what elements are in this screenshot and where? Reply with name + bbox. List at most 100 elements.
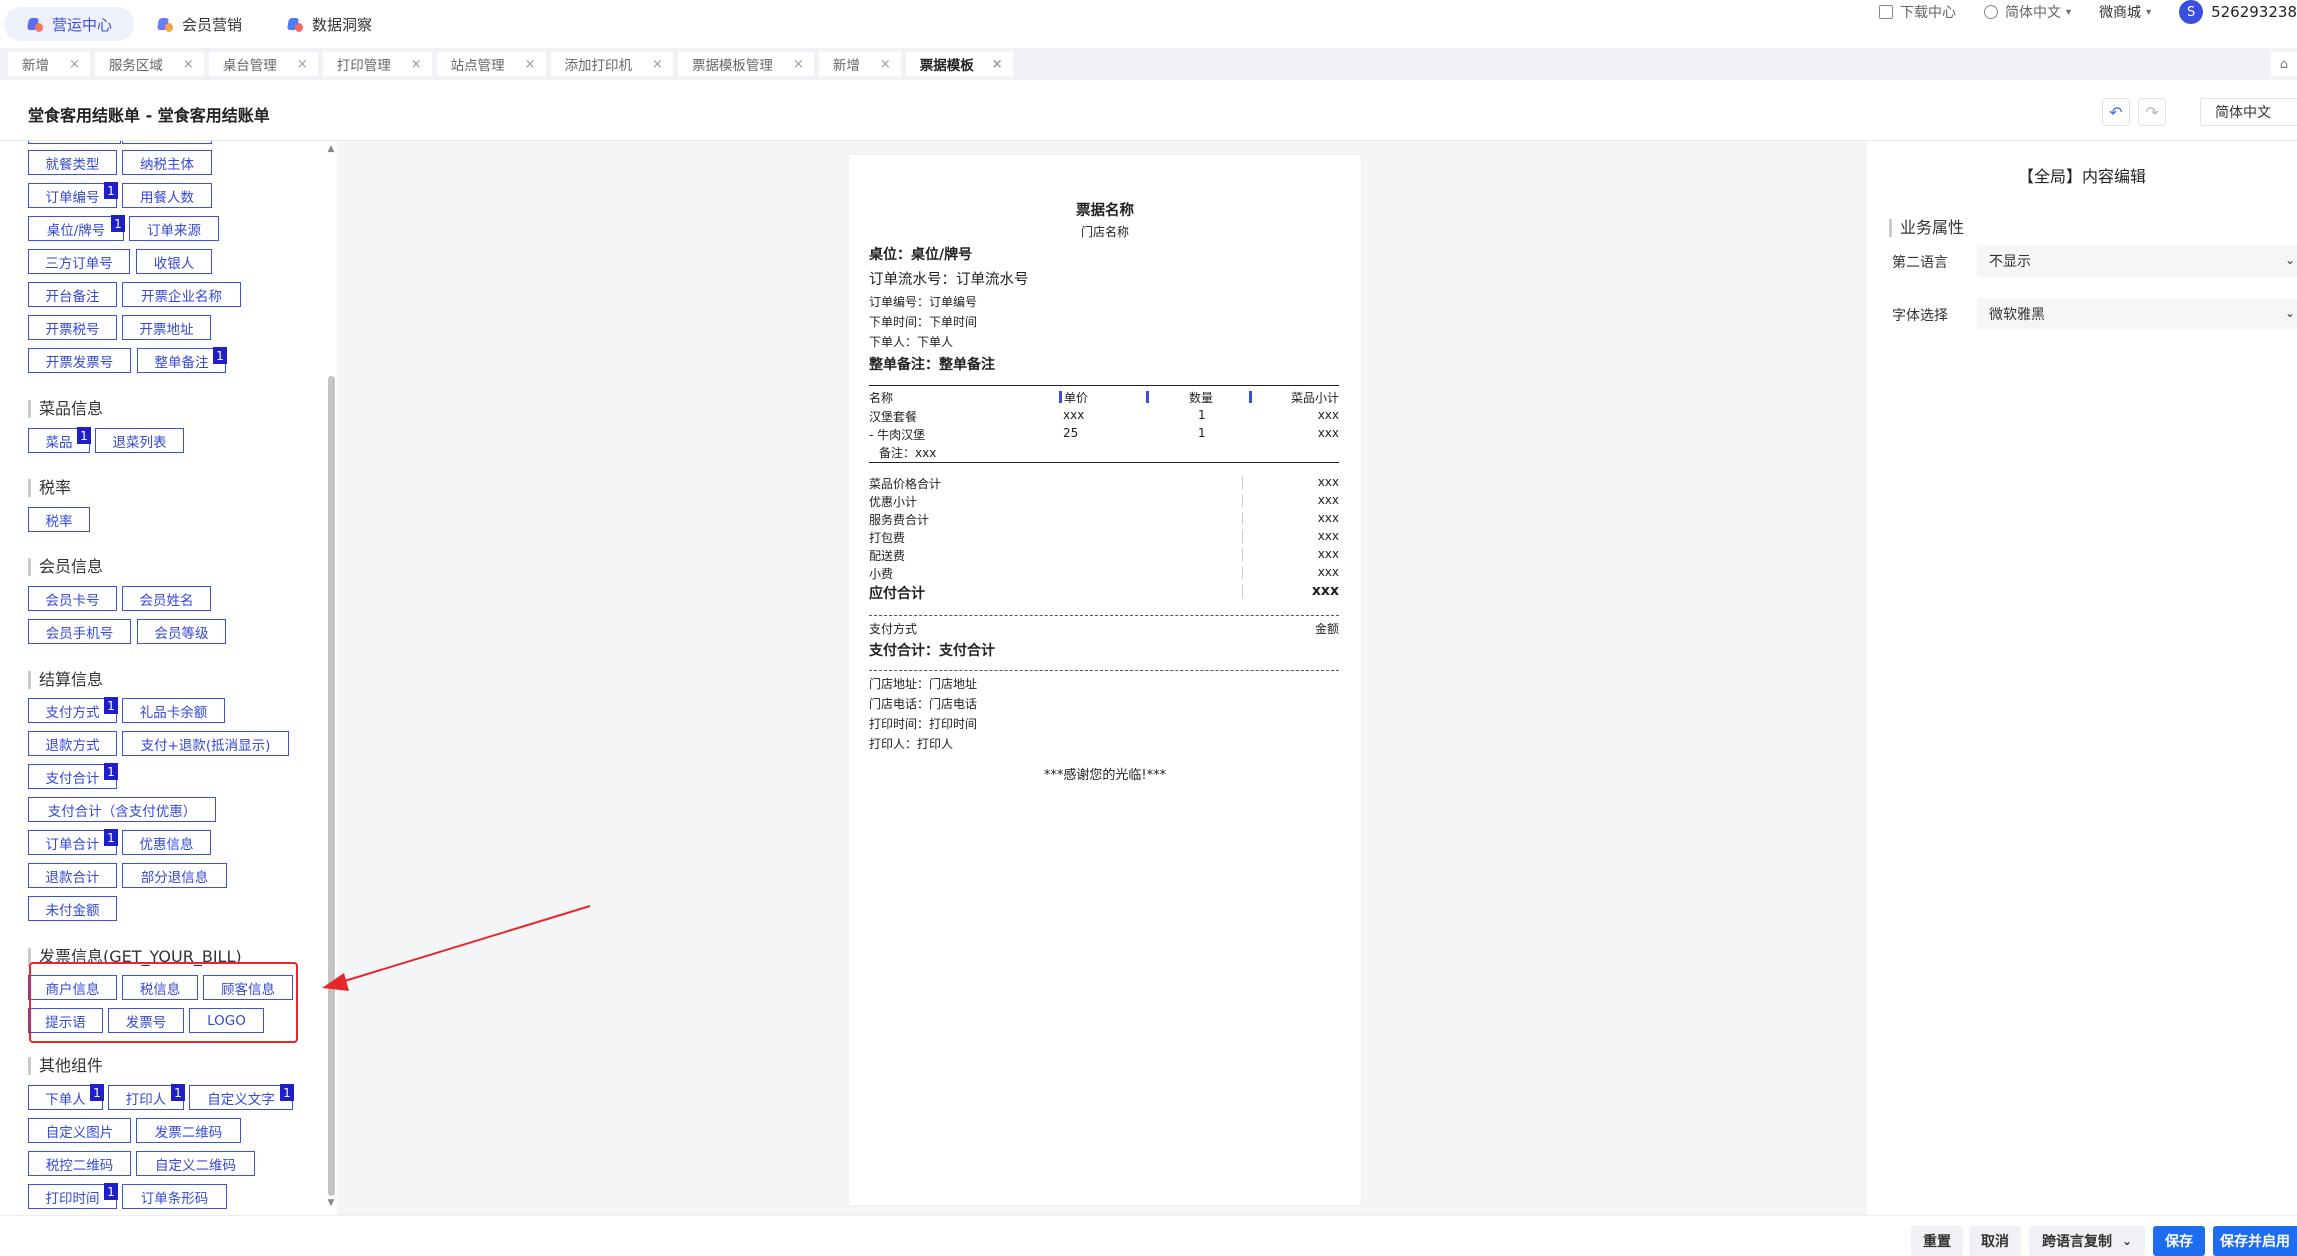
field-order-source[interactable]: 订单来源 (129, 216, 219, 241)
download-center-link[interactable]: 下载中心 (1879, 2, 1956, 22)
field-tax-entity[interactable]: 纳税主体 (122, 150, 212, 175)
tab-add-printer[interactable]: 添加打印机 × (550, 52, 673, 76)
summary-value[interactable]: xxx (1318, 475, 1339, 489)
field-pay-total[interactable]: 支付合计 1 (28, 763, 118, 789)
field-member-level[interactable]: 会员等级 (137, 619, 226, 644)
field-open-remark[interactable]: 开台备注 (28, 282, 117, 307)
col-name[interactable]: 名称 (869, 389, 893, 406)
item-price[interactable]: xxx (1063, 408, 1084, 422)
field-refund-total[interactable]: 退款合计 (28, 863, 117, 888)
undo-button[interactable]: ↶ (2102, 98, 2130, 126)
receipt-name[interactable]: 票据名称 (849, 199, 1361, 220)
font-select[interactable]: 微软雅黑 ⌄ (1977, 298, 2297, 330)
field-unpaid-amount[interactable]: 未付金额 (28, 896, 117, 921)
receipt-order-remark[interactable]: 整单备注：整单备注 (869, 354, 995, 374)
receipt-serial[interactable]: 订单流水号：订单流水号 (869, 268, 1029, 289)
scrollbar-thumb[interactable] (328, 376, 335, 1196)
tab-print-management[interactable]: 打印管理 × (322, 52, 432, 76)
close-icon[interactable]: × (183, 57, 194, 72)
field-discount-info[interactable]: 优惠信息 (122, 830, 211, 855)
col-price[interactable]: 单价 (1064, 389, 1088, 406)
field-gift-card-balance[interactable]: 礼品卡余额 (122, 698, 225, 723)
column-resize-handle[interactable] (1146, 391, 1149, 403)
user-menu[interactable]: S 526293238 (2179, 0, 2297, 24)
summary-value[interactable]: xxx (1318, 511, 1339, 525)
cancel-button[interactable]: 取消 (1969, 1226, 2021, 1256)
field-cut-top-1[interactable] (28, 141, 121, 144)
payable-value[interactable]: xxx (1312, 583, 1339, 599)
field-order-total[interactable]: 订单合计 1 (28, 829, 118, 855)
close-icon[interactable]: × (652, 57, 663, 72)
field-tax-qr[interactable]: 税控二维码 (28, 1151, 131, 1176)
field-member-phone[interactable]: 会员手机号 (28, 619, 131, 644)
summary-label[interactable]: 小费 (869, 565, 893, 582)
close-icon[interactable]: × (525, 57, 536, 72)
second-language-select[interactable]: 不显示 ⌄ (1977, 245, 2297, 277)
field-diners[interactable]: 用餐人数 (122, 183, 212, 208)
app-tab-data-insight[interactable]: 数据洞察 (264, 7, 394, 41)
field-refund-method[interactable]: 退款方式 (28, 731, 117, 756)
field-order-remark[interactable]: 整单备注 1 (137, 347, 227, 373)
tab-receipt-template[interactable]: 票据模板 × (905, 52, 1013, 76)
close-icon[interactable]: × (411, 57, 422, 72)
scroll-up-icon[interactable]: ▲ (325, 144, 337, 154)
field-pay-method[interactable]: 支付方式 1 (28, 697, 118, 723)
summary-label[interactable]: 优惠小计 (869, 493, 917, 510)
app-tab-member-marketing[interactable]: 会员营销 (134, 7, 264, 41)
field-table-no[interactable]: 桌位/牌号 1 (28, 215, 125, 241)
summary-value[interactable]: xxx (1318, 529, 1339, 543)
field-refund-list[interactable]: 退菜列表 (95, 428, 184, 453)
receipt-table[interactable]: 桌位：桌位/牌号 (869, 244, 972, 264)
field-member-name[interactable]: 会员姓名 (122, 586, 211, 611)
field-printer-person[interactable]: 打印人 1 (108, 1084, 185, 1110)
receipt-order-no[interactable]: 订单编号：订单编号 (869, 293, 977, 310)
field-logo[interactable]: LOGO (189, 1008, 264, 1033)
receipt-thanks[interactable]: ***感谢您的光临!*** (849, 764, 1361, 783)
item-note[interactable]: 备注：xxx (879, 444, 936, 461)
field-tip-text[interactable]: 提示语 (28, 1008, 103, 1033)
home-icon[interactable]: ⌂ (2271, 52, 2297, 76)
item-subtotal[interactable]: xxx (1318, 426, 1339, 440)
amount-label[interactable]: 金额 (1315, 620, 1339, 637)
field-invoice-number[interactable]: 开票发票号 (28, 348, 131, 373)
field-pay-plus-refund[interactable]: 支付+退款(抵消显示) (122, 731, 289, 756)
field-print-time[interactable]: 打印时间 1 (28, 1183, 118, 1209)
close-icon[interactable]: × (69, 57, 80, 72)
field-custom-image[interactable]: 自定义图片 (28, 1118, 131, 1143)
field-invoice-company[interactable]: 开票企业名称 (122, 282, 241, 307)
field-cut-top-2[interactable] (122, 141, 212, 144)
receipt-store-name[interactable]: 门店名称 (849, 223, 1361, 240)
summary-value[interactable]: xxx (1318, 547, 1339, 561)
summary-label[interactable]: 配送费 (869, 547, 905, 564)
field-tax-rate[interactable]: 税率 (28, 507, 90, 532)
item-qty[interactable]: 1 (1198, 426, 1206, 440)
summary-value[interactable]: xxx (1318, 565, 1339, 579)
field-invoice-num[interactable]: 发票号 (108, 1008, 184, 1033)
receipt-store-address[interactable]: 门店地址：门店地址 (869, 675, 977, 692)
field-custom-text[interactable]: 自定义文字 1 (189, 1084, 294, 1110)
field-order-no[interactable]: 订单编号 1 (28, 182, 118, 208)
close-icon[interactable]: × (297, 57, 308, 72)
col-qty[interactable]: 数量 (1189, 389, 1213, 406)
reset-button[interactable]: 重置 (1911, 1226, 1963, 1256)
payable-label[interactable]: 应付合计 (869, 583, 925, 603)
tab-service-area[interactable]: 服务区域 × (94, 52, 204, 76)
save-and-enable-button[interactable]: 保存并启用 (2213, 1226, 2297, 1256)
close-icon[interactable]: × (992, 57, 1003, 72)
field-tax-info[interactable]: 税信息 (122, 975, 198, 1000)
tab-add-2[interactable]: 新增 × (818, 52, 901, 76)
field-cashier[interactable]: 收银人 (136, 249, 212, 274)
app-tab-operations[interactable]: 营运中心 (4, 7, 135, 41)
save-button[interactable]: 保存 (2153, 1226, 2205, 1256)
field-dish[interactable]: 菜品 1 (28, 427, 91, 453)
field-third-order[interactable]: 三方订单号 (28, 249, 130, 274)
summary-value[interactable]: xxx (1318, 493, 1339, 507)
receipt-printer[interactable]: 打印人：打印人 (869, 735, 953, 752)
field-customer-info[interactable]: 顾客信息 (203, 975, 293, 1000)
field-invoice-address[interactable]: 开票地址 (122, 315, 211, 340)
receipt-pay-total[interactable]: 支付合计：支付合计 (869, 640, 995, 660)
field-invoice-qr[interactable]: 发票二维码 (136, 1118, 241, 1143)
field-member-card[interactable]: 会员卡号 (28, 586, 117, 611)
col-subtotal[interactable]: 菜品小计 (1291, 389, 1339, 406)
tab-receipt-template-management[interactable]: 票据模板管理 × (677, 52, 814, 76)
